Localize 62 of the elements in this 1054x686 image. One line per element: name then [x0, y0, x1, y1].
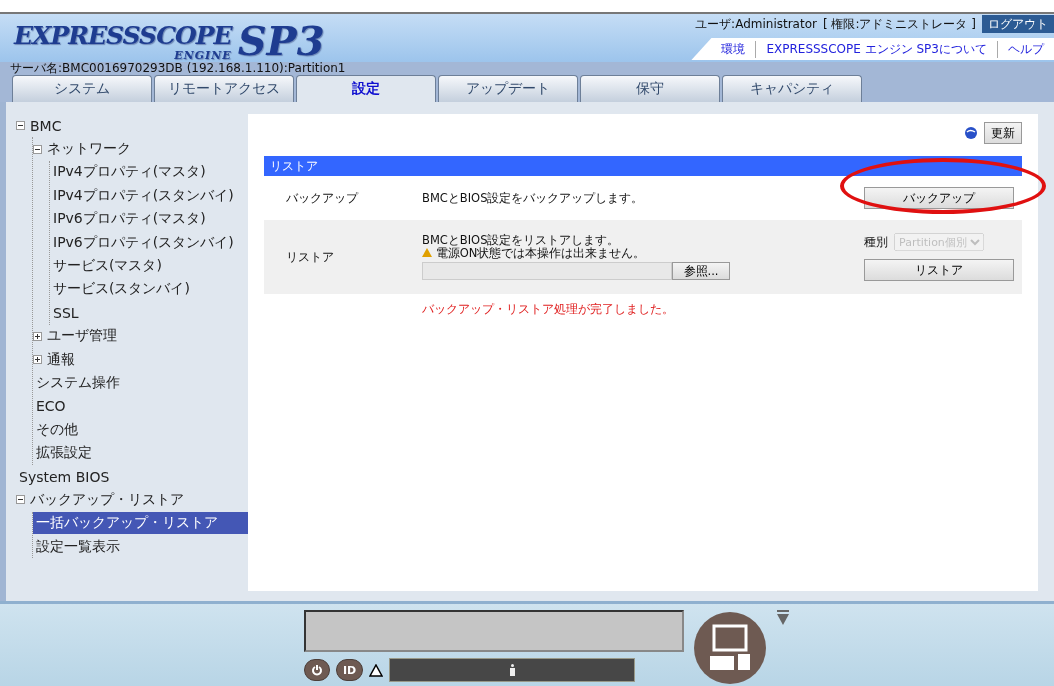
- tree-item[interactable]: その他: [33, 418, 86, 441]
- file-field[interactable]: [422, 262, 672, 280]
- tree-item[interactable]: IPv6プロパティ(スタンバイ): [50, 231, 242, 254]
- browse-button[interactable]: 参照...: [672, 262, 730, 280]
- tree-item[interactable]: BMC: [27, 115, 70, 136]
- restore-button[interactable]: リストア: [864, 259, 1014, 281]
- section-title: リストア: [264, 156, 1022, 176]
- header-link[interactable]: ヘルプ: [997, 40, 1054, 58]
- tab[interactable]: アップデート: [438, 75, 578, 102]
- power-icon: [311, 664, 323, 676]
- expand-icon[interactable]: [33, 331, 42, 341]
- type-label: 種別: [864, 234, 888, 250]
- tab[interactable]: リモートアクセス: [154, 75, 294, 102]
- row-label: リストア: [286, 249, 334, 265]
- tree-item[interactable]: ECO: [33, 396, 74, 417]
- refresh-button[interactable]: 更新: [984, 122, 1022, 144]
- tree-item[interactable]: IPv6プロパティ(マスタ): [50, 208, 214, 231]
- server-name: サーバ名:BMC0016970293DB (192.168.1.110):Partition1: [9, 61, 347, 75]
- tree-item[interactable]: 一括バックアップ・リストア: [33, 512, 248, 535]
- id-button[interactable]: ID: [336, 659, 364, 681]
- tree-item[interactable]: System BIOS: [16, 466, 118, 487]
- tree-item[interactable]: バックアップ・リストア: [27, 488, 192, 511]
- collapse-icon[interactable]: [16, 495, 25, 505]
- warning-text: 電源ON状態では本操作は出来ません。: [422, 247, 646, 260]
- tab[interactable]: キャパシティ: [722, 75, 862, 102]
- tree-item[interactable]: サービス(マスタ): [50, 255, 170, 278]
- tab[interactable]: 設定: [296, 75, 436, 102]
- logo-subtext: ENGINE: [174, 50, 232, 61]
- logo-text: EXPRESSSCOPE: [14, 22, 232, 50]
- role-label: [ 権限:アドミニストレータ ]: [822, 15, 976, 33]
- tree-item[interactable]: サービス(スタンバイ): [50, 278, 198, 301]
- user-label: ユーザ:Administrator: [695, 15, 817, 33]
- tree-item[interactable]: 設定一覧表示: [33, 535, 128, 558]
- collapse-icon[interactable]: [33, 144, 42, 154]
- tree-item[interactable]: IPv4プロパティ(スタンバイ): [50, 184, 242, 207]
- row-description: BMCとBIOS設定をバックアップします。: [422, 190, 644, 206]
- status-message: バックアップ・リストア処理が完了しました。: [422, 302, 675, 317]
- tree-item[interactable]: システム操作: [33, 372, 128, 394]
- tab[interactable]: 保守: [580, 75, 720, 102]
- tree-item[interactable]: 通報: [44, 348, 83, 371]
- backup-button[interactable]: バックアップ: [864, 187, 1014, 209]
- warning-icon: [369, 663, 384, 677]
- tab[interactable]: システム: [12, 75, 152, 102]
- tree-item[interactable]: ネットワーク: [44, 138, 139, 161]
- power-button[interactable]: [304, 659, 330, 681]
- expand-icon[interactable]: [33, 355, 42, 365]
- header-link[interactable]: 環境: [711, 40, 756, 58]
- warning-icon: [422, 248, 432, 257]
- globe-icon: [964, 126, 978, 140]
- tree-item[interactable]: ユーザ管理: [44, 325, 125, 348]
- logo-version: SP3: [237, 21, 325, 61]
- info-icon: [509, 664, 515, 676]
- computer-icon[interactable]: [692, 610, 768, 686]
- tree-item[interactable]: IPv4プロパティ(マスタ): [50, 161, 214, 184]
- collapse-icon[interactable]: [16, 121, 25, 131]
- tree-item[interactable]: 拡張設定: [33, 442, 100, 465]
- logout-button[interactable]: ログアウト: [982, 15, 1054, 33]
- dropdown-icon[interactable]: [776, 610, 790, 626]
- row-description: BMCとBIOS設定をリストアします。: [422, 234, 620, 247]
- tree-item[interactable]: SSL: [50, 302, 87, 323]
- header-link[interactable]: EXPRESSSCOPE エンジン SP3について: [755, 40, 997, 58]
- row-label: バックアップ: [286, 190, 358, 206]
